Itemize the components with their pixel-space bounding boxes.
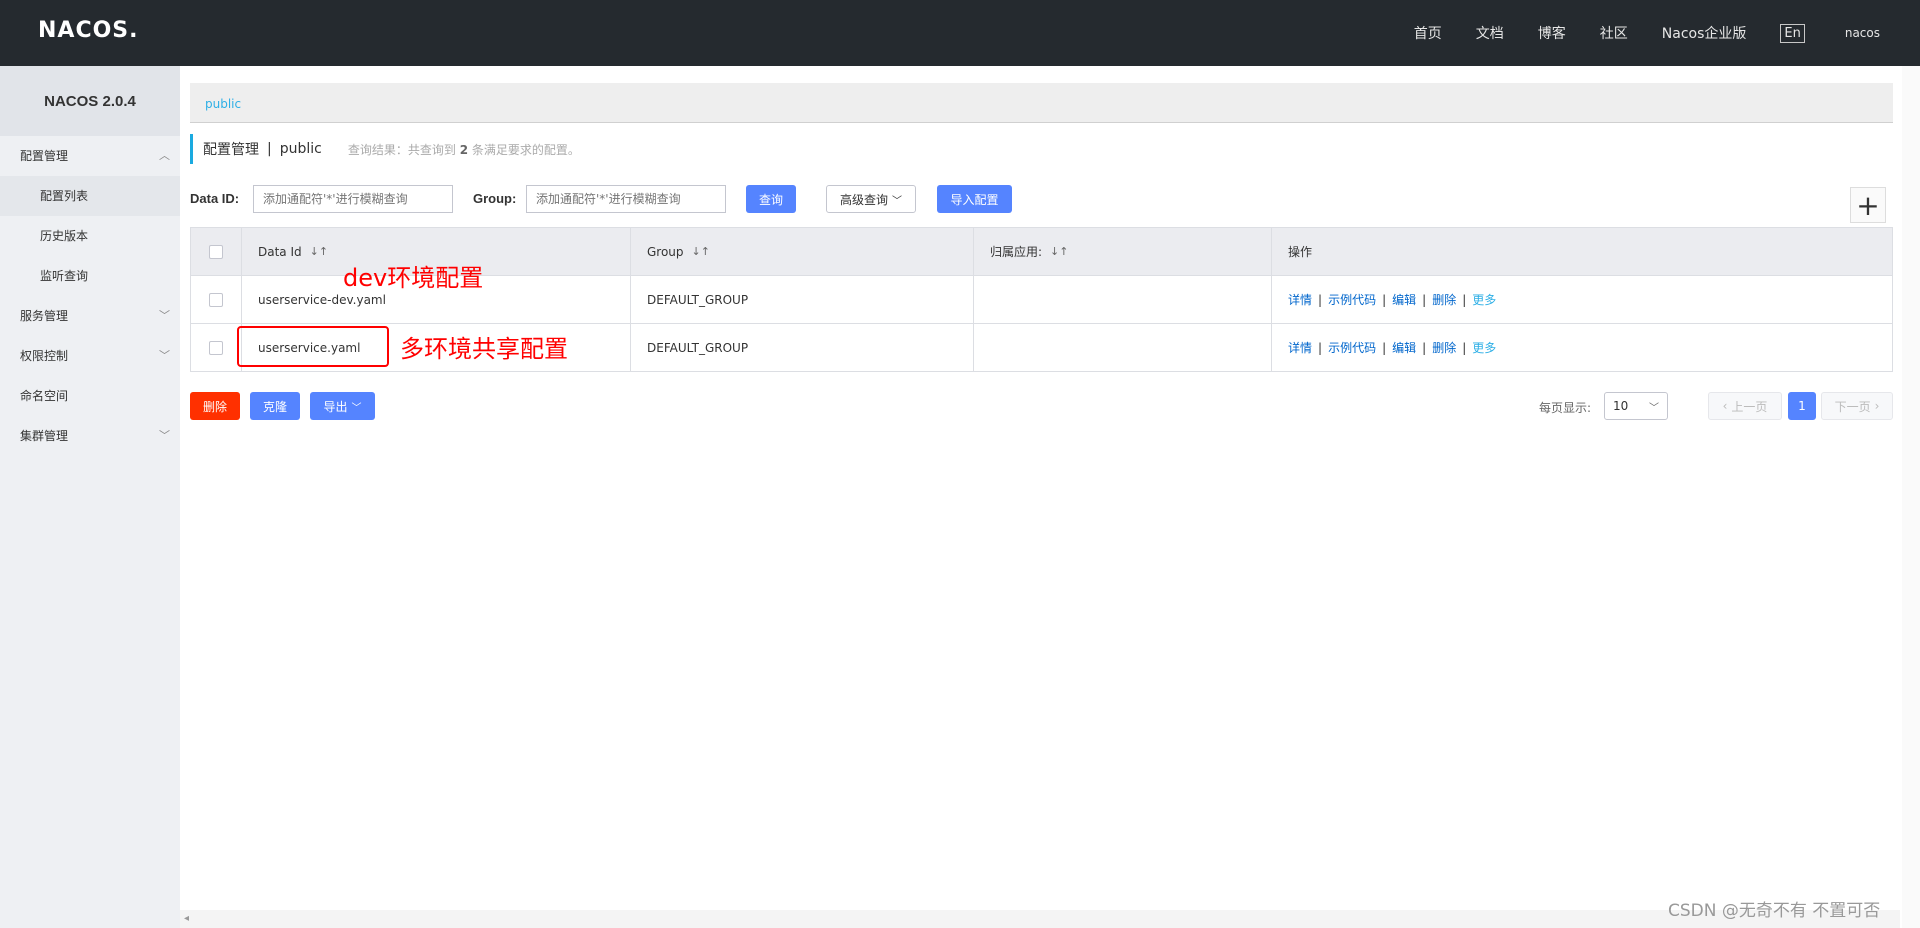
chevron-right-icon: › xyxy=(1874,399,1880,413)
chevron-down-icon: ﹀ xyxy=(892,195,902,207)
language-toggle[interactable]: En xyxy=(1780,23,1805,43)
scroll-left-icon[interactable]: ◂ xyxy=(184,913,189,924)
dataid-label: Data ID: xyxy=(190,191,240,206)
sidebar-item-history[interactable]: 历史版本 xyxy=(0,216,180,256)
sort-icon[interactable]: ↓↑ xyxy=(692,245,710,258)
select-all-checkbox[interactable] xyxy=(209,244,223,259)
edit-link[interactable]: 编辑 xyxy=(1392,339,1416,356)
advanced-query-button[interactable]: 高级查询 ﹀ xyxy=(826,185,916,213)
delete-link[interactable]: 删除 xyxy=(1432,339,1456,356)
column-header-app[interactable]: 归属应用: ↓↑ xyxy=(974,228,1272,275)
page-number-1[interactable]: 1 xyxy=(1788,392,1816,420)
namespace-link-public[interactable]: public xyxy=(205,97,241,111)
cell-app xyxy=(974,276,1272,323)
sidebar-item-label: 集群管理 xyxy=(20,429,69,443)
group-label: Group: xyxy=(473,191,517,206)
chevron-down-icon: ﹀ xyxy=(351,402,362,414)
chevron-down-icon: ﹀ xyxy=(159,349,170,362)
more-link[interactable]: 更多 xyxy=(1472,291,1496,308)
namespace-bar: public xyxy=(190,83,1893,123)
sidebar-item-cluster[interactable]: 集群管理 ﹀ xyxy=(0,416,180,456)
add-config-button[interactable]: + xyxy=(1850,187,1886,223)
search-bar: Data ID: Group: 查询 高级查询﹀ 导入配置 xyxy=(190,185,1893,213)
cell-app xyxy=(974,324,1272,371)
sidebar-item-auth[interactable]: 权限控制 ﹀ xyxy=(0,336,180,376)
chevron-left-icon: ‹ xyxy=(1722,399,1728,413)
annotation-shared-config: 多环境共享配置 xyxy=(400,335,568,363)
group-search-input[interactable] xyxy=(526,185,726,213)
top-header: NACOS. 首页 文档 博客 社区 Nacos企业版 En nacos xyxy=(0,0,1920,66)
page-title-main: 配置管理 xyxy=(203,142,259,158)
nav-community[interactable]: 社区 xyxy=(1600,23,1628,43)
more-link[interactable]: 更多 xyxy=(1472,339,1496,356)
chevron-down-icon: ﹀ xyxy=(159,309,170,322)
sidebar-item-listener-query[interactable]: 监听查询 xyxy=(0,256,180,296)
sidebar-item-config-management[interactable]: 配置管理 ︿ xyxy=(0,136,180,176)
next-page-button[interactable]: 下一页 › xyxy=(1821,392,1893,420)
horizontal-scrollbar[interactable]: ◂ xyxy=(180,910,1900,928)
annotation-highlight-box xyxy=(237,326,389,367)
sidebar-item-label: 权限控制 xyxy=(20,349,69,363)
column-header-ops: 操作 xyxy=(1288,245,1313,259)
sidebar: NACOS 2.0.4 配置管理 ︿ 配置列表 历史版本 监听查询 服务管理 ﹀… xyxy=(0,66,180,928)
vertical-scrollbar[interactable] xyxy=(1902,66,1920,928)
nacos-logo[interactable]: NACOS. xyxy=(38,18,139,43)
nav-docs[interactable]: 文档 xyxy=(1476,23,1504,43)
edit-link[interactable]: 编辑 xyxy=(1392,291,1416,308)
sidebar-item-label: 服务管理 xyxy=(20,309,69,323)
query-button[interactable]: 查询 xyxy=(746,185,796,213)
watermark: CSDN @无奇不有 不置可否 xyxy=(1668,901,1881,921)
cell-ops: 详情 | 示例代码 | 编辑 | 删除 | 更多 xyxy=(1288,291,1497,308)
export-button[interactable]: 导出 ﹀ xyxy=(310,392,375,420)
delete-link[interactable]: 删除 xyxy=(1432,291,1456,308)
query-result-text: 查询结果：共查询到 2 条满足要求的配置。 xyxy=(347,142,580,157)
cell-group: DEFAULT_GROUP xyxy=(631,324,974,371)
sidebar-item-namespace[interactable]: 命名空间 xyxy=(0,376,180,416)
sort-icon[interactable]: ↓↑ xyxy=(1050,245,1068,258)
title-separator: | xyxy=(267,141,272,157)
import-config-button[interactable]: 导入配置 xyxy=(937,185,1012,213)
detail-link[interactable]: 详情 xyxy=(1288,291,1312,308)
sidebar-item-service-management[interactable]: 服务管理 ﹀ xyxy=(0,296,180,336)
sample-code-link[interactable]: 示例代码 xyxy=(1328,291,1376,308)
annotation-dev-config: dev环境配置 xyxy=(343,264,484,292)
sidebar-item-label: 命名空间 xyxy=(20,389,69,403)
nav-home[interactable]: 首页 xyxy=(1414,23,1442,43)
cell-group: DEFAULT_GROUP xyxy=(631,276,974,323)
top-nav: 首页 文档 博客 社区 Nacos企业版 En nacos xyxy=(1414,0,1920,66)
table-footer: 删除 克隆 导出 ﹀ 每页显示: 10 ﹀ ‹ 上一页 1 下一页 › xyxy=(190,392,1893,420)
cell-ops: 详情 | 示例代码 | 编辑 | 删除 | 更多 xyxy=(1288,339,1497,356)
nav-blog[interactable]: 博客 xyxy=(1538,23,1566,43)
row-checkbox[interactable] xyxy=(209,292,223,307)
page-title-namespace: public xyxy=(279,141,322,157)
sample-code-link[interactable]: 示例代码 xyxy=(1328,339,1376,356)
user-name[interactable]: nacos xyxy=(1845,26,1880,40)
row-checkbox[interactable] xyxy=(209,340,223,355)
sidebar-item-config-list[interactable]: 配置列表 xyxy=(0,176,180,216)
sort-icon[interactable]: ↓↑ xyxy=(310,245,328,258)
prev-page-button[interactable]: ‹ 上一页 xyxy=(1708,392,1782,420)
column-header-group[interactable]: Group ↓↑ xyxy=(631,228,974,275)
page-title: 配置管理 | public 查询结果：共查询到 2 条满足要求的配置。 xyxy=(190,134,1190,164)
chevron-up-icon: ︿ xyxy=(159,149,170,162)
chevron-down-icon: ﹀ xyxy=(159,429,170,442)
chevron-down-icon: ﹀ xyxy=(1649,403,1659,414)
sidebar-item-label: 配置管理 xyxy=(20,149,69,163)
dataid-search-input[interactable] xyxy=(253,185,453,213)
nav-enterprise[interactable]: Nacos企业版 xyxy=(1662,23,1747,43)
clone-button[interactable]: 克隆 xyxy=(250,392,300,420)
detail-link[interactable]: 详情 xyxy=(1288,339,1312,356)
version-title: NACOS 2.0.4 xyxy=(0,66,180,136)
bulk-delete-button[interactable]: 删除 xyxy=(190,392,240,420)
page-size-select[interactable]: 10 ﹀ xyxy=(1604,392,1668,420)
page-size-label: 每页显示: xyxy=(1539,401,1592,415)
